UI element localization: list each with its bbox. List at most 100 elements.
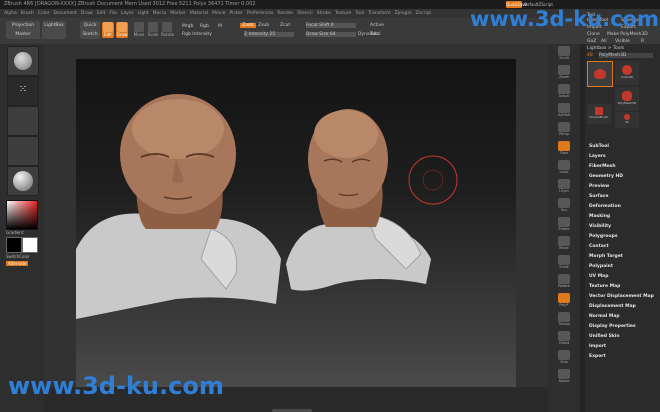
- switch-color-button[interactable]: SwitchColor: [6, 254, 30, 259]
- clone-button[interactable]: Clone: [587, 32, 600, 37]
- menu-item-color[interactable]: Color: [38, 11, 50, 16]
- shelf-xpose-button[interactable]: Xpose: [553, 369, 575, 385]
- menu-item-material[interactable]: Material: [190, 11, 208, 16]
- tool-menu-texture-map[interactable]: Texture Map: [589, 284, 620, 289]
- move-mode-button[interactable]: Move: [133, 22, 145, 38]
- secondary-color-swatch[interactable]: [22, 237, 38, 253]
- tool-thumb-polymesh3d[interactable]: PolyMesh3D: [615, 87, 639, 111]
- shelf-rotate-button[interactable]: Rotate: [553, 274, 575, 290]
- tool-thumb-current[interactable]: [587, 61, 613, 87]
- shelf-move-button[interactable]: Move: [553, 236, 575, 252]
- menu-item-stencil[interactable]: Stencil: [297, 11, 312, 16]
- brush-selector[interactable]: [7, 46, 39, 76]
- tool-menu-visibility[interactable]: Visibility: [589, 224, 611, 229]
- menu-item-edit[interactable]: Edit: [97, 11, 106, 16]
- material-selector[interactable]: [7, 166, 39, 196]
- focal-shift-slider[interactable]: Focal Shift 0: [306, 23, 356, 28]
- tool-thumb-sk[interactable]: Sk: [615, 112, 639, 128]
- alpha-selector[interactable]: [7, 106, 39, 136]
- main-color-swatch[interactable]: [6, 237, 22, 253]
- viewport-canvas[interactable]: [76, 59, 516, 387]
- shelf-persp-button[interactable]: Persp: [553, 122, 575, 138]
- color-picker[interactable]: [6, 200, 38, 230]
- tool-menu-display-properties[interactable]: Display Properties: [589, 324, 636, 329]
- texture-selector[interactable]: [7, 136, 39, 166]
- tool-menu-surface[interactable]: Surface: [589, 194, 608, 199]
- shelf-polyf-button[interactable]: PolyF: [553, 293, 575, 309]
- zcut-button[interactable]: Zcut: [280, 23, 290, 28]
- tool-menu-contact[interactable]: Contact: [589, 244, 609, 249]
- zadd-button[interactable]: Zadd: [240, 23, 256, 28]
- menu-item-macro[interactable]: Macro: [153, 11, 167, 16]
- tool-menu-subtool[interactable]: SubTool: [589, 144, 609, 149]
- menu-item-alpha[interactable]: Alpha: [4, 11, 17, 16]
- tool-menu-polygroups[interactable]: Polygroups: [589, 234, 618, 239]
- quick-sketch-button[interactable]: Quick Sketch: [80, 21, 100, 39]
- tool-thumb-simplebrush[interactable]: SimpleBrush: [587, 104, 611, 124]
- z-intensity-slider[interactable]: Z Intensity 25: [244, 32, 294, 37]
- menu-item-transform[interactable]: Transform: [368, 11, 390, 16]
- tool-menu-unified-skin[interactable]: Unified Skin: [589, 334, 620, 339]
- menu-item-texture[interactable]: Texture: [335, 11, 351, 16]
- make-polymesh-button[interactable]: Make PolyMesh3D: [607, 32, 648, 37]
- alternate-button[interactable]: Alternate: [6, 261, 29, 266]
- edit-mode-button[interactable]: Edit: [102, 22, 114, 38]
- shelf-local-button[interactable]: Local: [553, 160, 575, 176]
- shelf-ghost-button[interactable]: Ghost: [553, 331, 575, 347]
- menu-item-picker[interactable]: Picker: [229, 11, 242, 16]
- tool-menu-fibermesh[interactable]: FiberMesh: [589, 164, 616, 169]
- shelf-frame-button[interactable]: Frame: [553, 217, 575, 233]
- visible-button[interactable]: Visible: [615, 39, 630, 44]
- gradient-label[interactable]: Gradient: [6, 230, 23, 235]
- menu-item-draw[interactable]: Draw: [81, 11, 93, 16]
- shelf-lsym-button[interactable]: LSym: [553, 179, 575, 195]
- r-button[interactable]: R: [641, 39, 644, 44]
- menu-item-marker[interactable]: Marker: [170, 11, 186, 16]
- lightbox-button[interactable]: LightBox: [42, 21, 66, 39]
- shelf-zoom-button[interactable]: Zoom: [553, 65, 575, 81]
- menu-item-preferences[interactable]: Preferences: [247, 11, 273, 16]
- stroke-selector[interactable]: ⁙: [7, 76, 39, 106]
- menu-item-movie[interactable]: Movie: [212, 11, 225, 16]
- menu-item-tool[interactable]: Tool: [355, 11, 364, 16]
- tool-menu-export[interactable]: Export: [589, 354, 606, 359]
- tool-menu-morph-target[interactable]: Morph Target: [589, 254, 623, 259]
- tool-menu-preview[interactable]: Preview: [589, 184, 609, 189]
- tool-menu-displacement-map[interactable]: Displacement Map: [589, 304, 636, 309]
- scale-mode-button[interactable]: Scale: [147, 22, 159, 38]
- rotate-mode-button[interactable]: Rotate: [161, 22, 174, 38]
- shelf-solo-button[interactable]: Solo: [553, 350, 575, 366]
- tool-menu-normal-map[interactable]: Normal Map: [589, 314, 620, 319]
- menu-item-layer[interactable]: Layer: [121, 11, 134, 16]
- all-button[interactable]: All: [601, 39, 607, 44]
- shelf-floor-button[interactable]: Floor: [553, 141, 575, 157]
- zsub-button[interactable]: Zsub: [258, 23, 269, 28]
- menu-item-stroke[interactable]: Stroke: [317, 11, 331, 16]
- shelf-transp-button[interactable]: Transp: [553, 312, 575, 328]
- current-tool-slider[interactable]: PolyMesh3D: [599, 53, 653, 58]
- rgb-button[interactable]: Rgb: [200, 24, 209, 29]
- menu-item-file[interactable]: File: [109, 11, 117, 16]
- rgb-intensity-slider[interactable]: Rgb Intensity: [182, 32, 212, 37]
- menu-item-light[interactable]: Light: [137, 11, 148, 16]
- tool-thumb-cube3d[interactable]: Cube3D: [615, 61, 639, 85]
- menu-item-zplugin[interactable]: Zplugin: [395, 11, 412, 16]
- goz-button[interactable]: GoZ: [587, 39, 596, 44]
- shelf-aahalf-button[interactable]: AAHalf: [553, 103, 575, 119]
- tool-menu-vector-displacement-map[interactable]: Vector Displacement Map: [589, 294, 654, 299]
- shelf-xyz-button[interactable]: Xyz: [553, 198, 575, 214]
- tool-menu-import[interactable]: Import: [589, 344, 606, 349]
- menu-item-zscript[interactable]: Zscript: [416, 11, 432, 16]
- tool-menu-uv-map[interactable]: UV Map: [589, 274, 608, 279]
- shelf-scroll-button[interactable]: Scroll: [553, 46, 575, 62]
- shelf-scale-button[interactable]: Scale: [553, 255, 575, 271]
- menu-item-document[interactable]: Document: [54, 11, 77, 16]
- tool-menu-masking[interactable]: Masking: [589, 214, 610, 219]
- tool-menu-polypaint[interactable]: Polypaint: [589, 264, 613, 269]
- shelf-actual-button[interactable]: Actual: [553, 84, 575, 100]
- m-button[interactable]: M: [218, 24, 222, 29]
- projection-master-button[interactable]: Projection Master: [6, 21, 40, 39]
- tool-menu-deformation[interactable]: Deformation: [589, 204, 621, 209]
- tool-menu-layers[interactable]: Layers: [589, 154, 606, 159]
- draw-mode-button[interactable]: Draw: [116, 22, 128, 38]
